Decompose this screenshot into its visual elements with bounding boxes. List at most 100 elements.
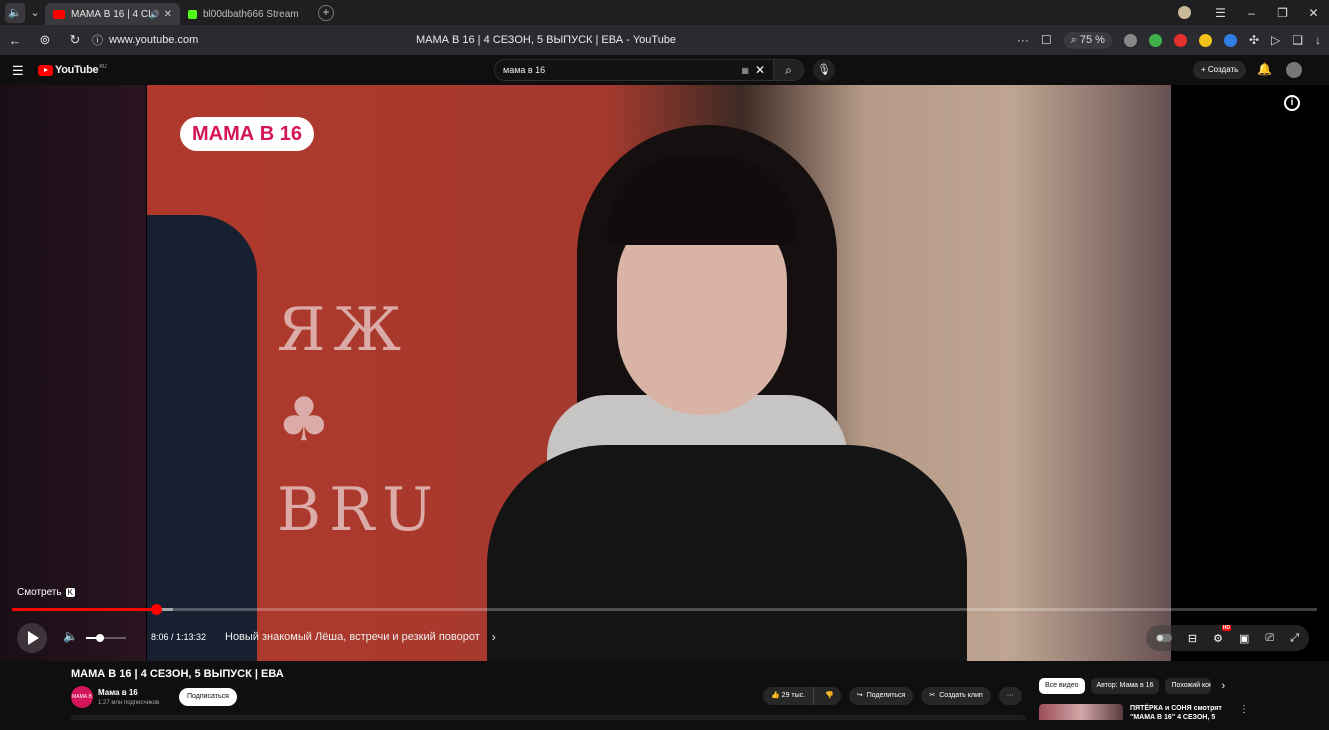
scissors-icon: ✂ <box>929 692 936 699</box>
recommendation-item[interactable]: ПЯТЁРКА и СОНЯ смотрят "МАМА В 16" 4 СЕЗ… <box>1039 704 1249 722</box>
zoom-indicator[interactable]: ⌕ 75 % <box>1063 31 1112 49</box>
subscribe-button[interactable]: Подписаться <box>179 688 237 706</box>
close-window-icon[interactable]: ✕ <box>1298 6 1329 20</box>
tab-title: bl00dbath666 Stream - W <box>203 8 302 20</box>
blue-extension-icon[interactable] <box>1223 33 1237 47</box>
red-extension-icon[interactable] <box>1173 33 1187 47</box>
kick-favicon-icon <box>188 9 197 19</box>
youtube-header: ☰ YouTube RU мама в 16 ▦ ✕ ⌕ 🎙 + Создать… <box>0 55 1329 85</box>
like-count: 29 тыс. <box>781 692 806 699</box>
more-dots-icon[interactable]: ··· <box>1017 33 1029 47</box>
color-extension-icon[interactable] <box>1198 33 1212 47</box>
new-tab-button[interactable]: + <box>318 4 334 21</box>
tab-audio-playing-icon: 🔊 <box>149 9 160 19</box>
time-display: 8:06 / 1:13:32 <box>151 632 207 642</box>
recommendation-thumbnail[interactable] <box>1039 704 1123 720</box>
watch-later-hint[interactable]: Смотреть K <box>17 587 75 598</box>
chevron-right-icon: › <box>491 630 496 644</box>
hd-badge: HD <box>1221 624 1231 631</box>
keyboard-icon[interactable]: ▦ <box>741 66 749 75</box>
chevron-right-icon[interactable]: › <box>1221 680 1225 692</box>
player-controls: 🔈 8:06 / 1:13:32 Новый знакомый Лёша, вс… <box>0 623 1329 653</box>
vertical-dots-icon[interactable]: ⋮ <box>1239 704 1249 715</box>
close-tab-icon[interactable]: ✕ <box>164 9 172 20</box>
cast-icon[interactable]: ⎚ <box>1265 632 1274 645</box>
logo-region: RU <box>99 63 107 70</box>
channel-name[interactable]: Мама в 16 <box>98 688 138 697</box>
share-icon: ↪ <box>856 692 863 699</box>
shield-extension-icon[interactable] <box>1148 33 1162 47</box>
settings-gear-icon[interactable]: ⚙ HD <box>1213 624 1231 645</box>
chip-all[interactable]: Все видео <box>1039 678 1085 694</box>
user-avatar[interactable] <box>1286 62 1302 78</box>
youtube-logo[interactable]: YouTube RU <box>38 64 107 76</box>
watch-label: Смотреть <box>17 587 62 598</box>
autoplay-toggle[interactable] <box>1155 634 1172 642</box>
tab-list-chevron-icon[interactable]: ⌄ <box>25 3 45 23</box>
tab-youtube[interactable]: МАМА В 16 | 4 СЕЗОН 🔊 ✕ <box>45 3 180 25</box>
clear-search-icon[interactable]: ✕ <box>755 63 765 77</box>
description-box[interactable] <box>71 715 1026 720</box>
collections-icon[interactable]: ❏ <box>1292 33 1303 47</box>
tab-audio-icon[interactable]: 🔈 <box>5 2 25 23</box>
progress-bar[interactable] <box>12 604 1317 615</box>
address-bar: ← ⊚ ↻ ⓘ www.youtube.com МАМА В 16 | 4 СЕ… <box>0 25 1329 55</box>
browser-tabstrip: 🔈 ⌄ МАМА В 16 | 4 СЕЗОН 🔊 ✕ bl00dbath666… <box>0 0 1329 25</box>
fullscreen-icon[interactable]: ⤢ <box>1290 632 1299 645</box>
video-frame: ЯЖ ♣ BRU <box>147 85 1171 661</box>
adblock-extension-icon[interactable] <box>1123 33 1137 47</box>
volume-icon[interactable]: 🔈 <box>63 629 78 643</box>
microphone-icon: 🎙 <box>817 64 831 76</box>
create-label: Создать <box>1207 65 1239 74</box>
clip-button[interactable]: ✂ Создать клип <box>921 687 991 705</box>
browser-profile-avatar[interactable] <box>1178 6 1191 19</box>
tab-kick-stream[interactable]: bl00dbath666 Stream - W <box>180 3 310 25</box>
search-input[interactable]: мама в 16 ▦ ✕ <box>494 59 774 81</box>
youtube-play-icon <box>38 64 53 76</box>
volume-slider[interactable] <box>86 634 126 642</box>
video-details: МАМА В 16 | 4 СЕЗОН, 5 ВЫПУСК | ЕВА МАМА… <box>0 661 1329 722</box>
video-subject <box>487 125 967 661</box>
more-actions-button[interactable]: ··· <box>998 687 1022 705</box>
chapter-title[interactable]: Новый знакомый Лёша, встречи и резкий по… <box>225 630 496 644</box>
search-button[interactable]: ⌕ <box>774 59 804 81</box>
chip-related[interactable]: Похожий кон <box>1165 678 1212 694</box>
video-player[interactable]: ЯЖ ♣ BRU МАМА В 16 i Смотреть K 🔈 8:06 / … <box>0 85 1329 661</box>
bookmark-icon[interactable]: ☐ <box>1041 33 1052 47</box>
like-dislike-group: 👍 29 тыс. 👎 <box>763 687 841 705</box>
recommendation-title[interactable]: ПЯТЁРКА и СОНЯ смотрят "МАМА В 16" 4 СЕЗ… <box>1130 704 1230 722</box>
subscriber-count: 1.27 млн подписчиков <box>98 700 160 706</box>
zoom-level: 75 % <box>1079 33 1105 46</box>
minimize-icon[interactable]: – <box>1236 6 1267 20</box>
page-title: МАМА В 16 | 4 СЕЗОН, 5 ВЫПУСК | ЕВА - Yo… <box>415 34 677 46</box>
info-icon[interactable]: i <box>1284 95 1300 111</box>
media-icon[interactable]: ▷ <box>1271 33 1280 47</box>
miniplayer-icon[interactable]: ▣ <box>1239 632 1249 645</box>
play-button[interactable] <box>17 623 47 653</box>
chip-author[interactable]: Автор: Мама в 16 <box>1090 678 1160 694</box>
notifications-bell-icon[interactable]: 🔔 <box>1257 62 1272 76</box>
player-right-controls: ⊟ ⚙ HD ▣ ⎚ ⤢ <box>1145 624 1309 651</box>
share-button[interactable]: ↪ Поделиться <box>848 687 914 705</box>
recommendation-chips: Все видео Автор: Мама в 16 Похожий кон › <box>1039 678 1225 694</box>
create-button[interactable]: + Создать <box>1193 61 1247 79</box>
clip-label: Создать клип <box>939 692 983 699</box>
tab-title: МАМА В 16 | 4 СЕЗОН <box>71 8 150 20</box>
logo-text: YouTube <box>55 64 99 76</box>
dislike-button[interactable]: 👎 <box>818 687 841 705</box>
share-label: Поделиться <box>866 692 906 699</box>
browser-menu-icon[interactable]: ☰ <box>1205 6 1236 20</box>
chapter-label: Новый знакомый Лёша, встречи и резкий по… <box>225 631 480 643</box>
hamburger-menu-icon[interactable]: ☰ <box>12 63 24 79</box>
channel-avatar[interactable]: МАМА В 16 <box>71 686 93 722</box>
extensions-icon[interactable]: ✣ <box>1249 33 1259 47</box>
voice-search-button[interactable]: 🎙 <box>813 59 835 81</box>
like-button[interactable]: 👍 29 тыс. <box>763 687 815 705</box>
scrubber-handle[interactable] <box>150 604 162 615</box>
video-actions: 👍 29 тыс. 👎 ↪ Поделиться ✂ Создать клип … <box>763 687 1022 705</box>
subtitles-icon[interactable]: ⊟ <box>1188 632 1197 645</box>
downloads-icon[interactable]: ↓ <box>1315 33 1321 47</box>
video-title: МАМА В 16 | 4 СЕЗОН, 5 ВЫПУСК | ЕВА <box>71 668 284 680</box>
restore-icon[interactable]: ❐ <box>1267 6 1298 20</box>
volume-handle[interactable] <box>96 634 104 642</box>
